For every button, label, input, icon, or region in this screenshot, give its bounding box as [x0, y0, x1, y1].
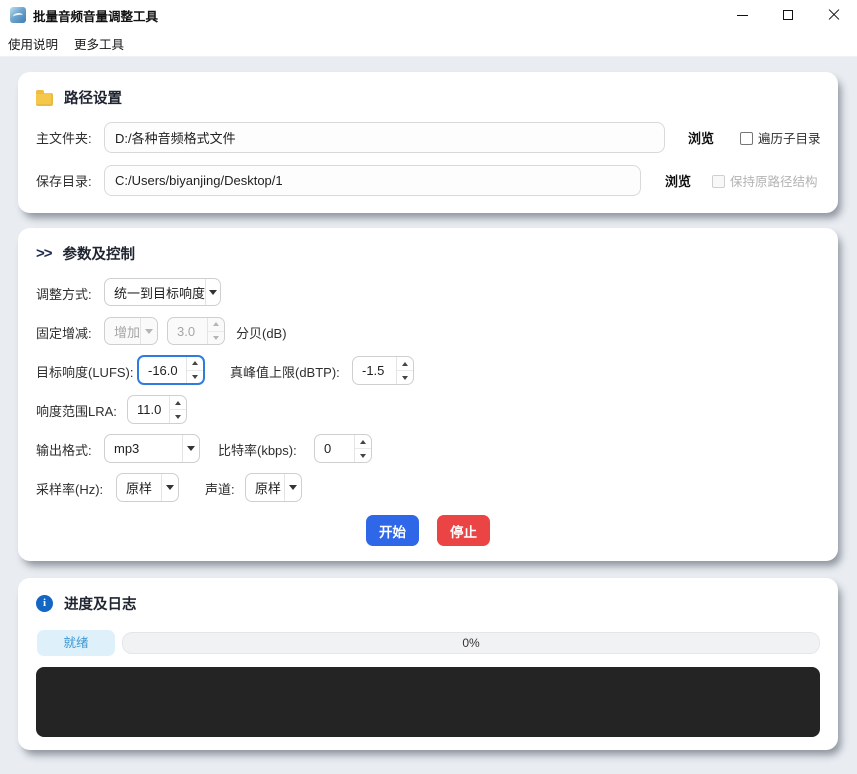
fixed-gain-unit-label: 分贝(dB) [236, 319, 287, 349]
keep-structure-checkbox [712, 175, 725, 188]
bitrate-value[interactable] [315, 435, 354, 462]
chevron-down-icon [161, 474, 178, 501]
minimize-button[interactable] [719, 0, 765, 30]
spinner-arrows-icon[interactable] [354, 435, 371, 462]
window-title: 批量音频音量调整工具 [33, 6, 158, 25]
info-icon: i [36, 595, 53, 612]
path-settings-card: 路径设置 主文件夹: 浏览 遍历子目录 保存目录: 浏览 保持原路径结构 [18, 72, 838, 213]
output-format-value: mp3 [105, 441, 139, 456]
adjust-mode-select[interactable]: 统一到目标响度 [104, 278, 221, 306]
window-controls [719, 0, 857, 30]
params-header: >> 参数及控制 [36, 243, 135, 264]
path-settings-title: 路径设置 [64, 87, 122, 108]
bitrate-spinner[interactable] [314, 434, 372, 463]
channels-select[interactable]: 原样 [245, 473, 302, 502]
chevron-down-icon [182, 435, 199, 462]
fixed-gain-amount-spinner [167, 317, 225, 345]
spinner-arrows-icon [207, 318, 224, 344]
channels-label: 声道: [205, 475, 235, 505]
loudness-range-spinner[interactable] [127, 395, 187, 424]
start-button[interactable]: 开始 [366, 515, 419, 546]
sample-rate-value: 原样 [117, 478, 152, 497]
loudness-range-label: 响度范围LRA: [36, 397, 117, 427]
main-folder-browse-button[interactable]: 浏览 [688, 124, 714, 154]
loudness-range-value[interactable] [128, 396, 169, 423]
stop-button[interactable]: 停止 [437, 515, 490, 546]
app-icon [10, 7, 26, 23]
app-window: { "window": { "title": "批量音频音量调整工具" }, "… [0, 0, 857, 774]
maximize-icon [783, 10, 793, 20]
params-title: 参数及控制 [63, 243, 136, 264]
fixed-gain-amount-value [168, 318, 207, 344]
chevron-down-icon [284, 474, 301, 501]
traverse-subdirs-checkbox[interactable] [740, 132, 753, 145]
spinner-arrows-icon[interactable] [396, 357, 413, 384]
status-badge: 就绪 [37, 630, 115, 656]
save-dir-browse-button[interactable]: 浏览 [665, 167, 691, 197]
path-settings-header: 路径设置 [36, 87, 122, 108]
true-peak-spinner[interactable] [352, 356, 414, 385]
sample-rate-label: 采样率(Hz): [36, 475, 103, 505]
fixed-gain-mode-value: 增加 [105, 322, 140, 341]
save-dir-label: 保存目录: [36, 167, 92, 197]
folder-icon [36, 93, 53, 106]
log-output[interactable] [36, 667, 820, 737]
maximize-button[interactable] [765, 0, 811, 30]
main-folder-input[interactable] [104, 122, 665, 153]
output-format-select[interactable]: mp3 [104, 434, 200, 463]
chevron-right-icon: >> [36, 245, 52, 262]
channels-value: 原样 [246, 478, 281, 497]
progress-card: i 进度及日志 就绪 0% [18, 578, 838, 750]
close-icon [828, 9, 840, 21]
sample-rate-select[interactable]: 原样 [116, 473, 179, 502]
save-dir-input[interactable] [104, 165, 641, 196]
spinner-arrows-icon[interactable] [169, 396, 186, 423]
adjust-mode-label: 调整方式: [36, 280, 92, 310]
progress-header: i 进度及日志 [36, 593, 137, 614]
fixed-gain-mode-select: 增加 [104, 317, 158, 345]
progress-title: 进度及日志 [64, 593, 137, 614]
chevron-down-icon [205, 279, 220, 305]
params-card: >> 参数及控制 调整方式: 统一到目标响度 固定增减: 增加 分贝(dB) 目… [18, 228, 838, 561]
target-loudness-label: 目标响度(LUFS): [36, 358, 134, 388]
chevron-down-icon [140, 318, 157, 344]
true-peak-label: 真峰值上限(dBTP): [230, 358, 340, 388]
adjust-mode-value: 统一到目标响度 [105, 283, 205, 302]
keep-structure-label: 保持原路径结构 [730, 167, 818, 197]
target-loudness-spinner[interactable] [137, 355, 205, 385]
target-loudness-value[interactable] [139, 357, 186, 383]
bitrate-label: 比特率(kbps): [218, 436, 297, 466]
menu-bar: 使用说明 更多工具 [0, 30, 857, 57]
traverse-subdirs-label[interactable]: 遍历子目录 [758, 124, 821, 154]
main-folder-label: 主文件夹: [36, 124, 92, 154]
close-button[interactable] [811, 0, 857, 30]
fixed-gain-label: 固定增减: [36, 319, 92, 349]
menu-item-more-tools[interactable]: 更多工具 [66, 34, 132, 53]
output-format-label: 输出格式: [36, 436, 92, 466]
menu-item-help[interactable]: 使用说明 [0, 34, 66, 53]
spinner-arrows-icon[interactable] [186, 357, 203, 383]
progress-bar: 0% [122, 632, 820, 654]
true-peak-value[interactable] [353, 357, 396, 384]
minimize-icon [737, 15, 748, 16]
title-bar: 批量音频音量调整工具 [0, 0, 857, 30]
